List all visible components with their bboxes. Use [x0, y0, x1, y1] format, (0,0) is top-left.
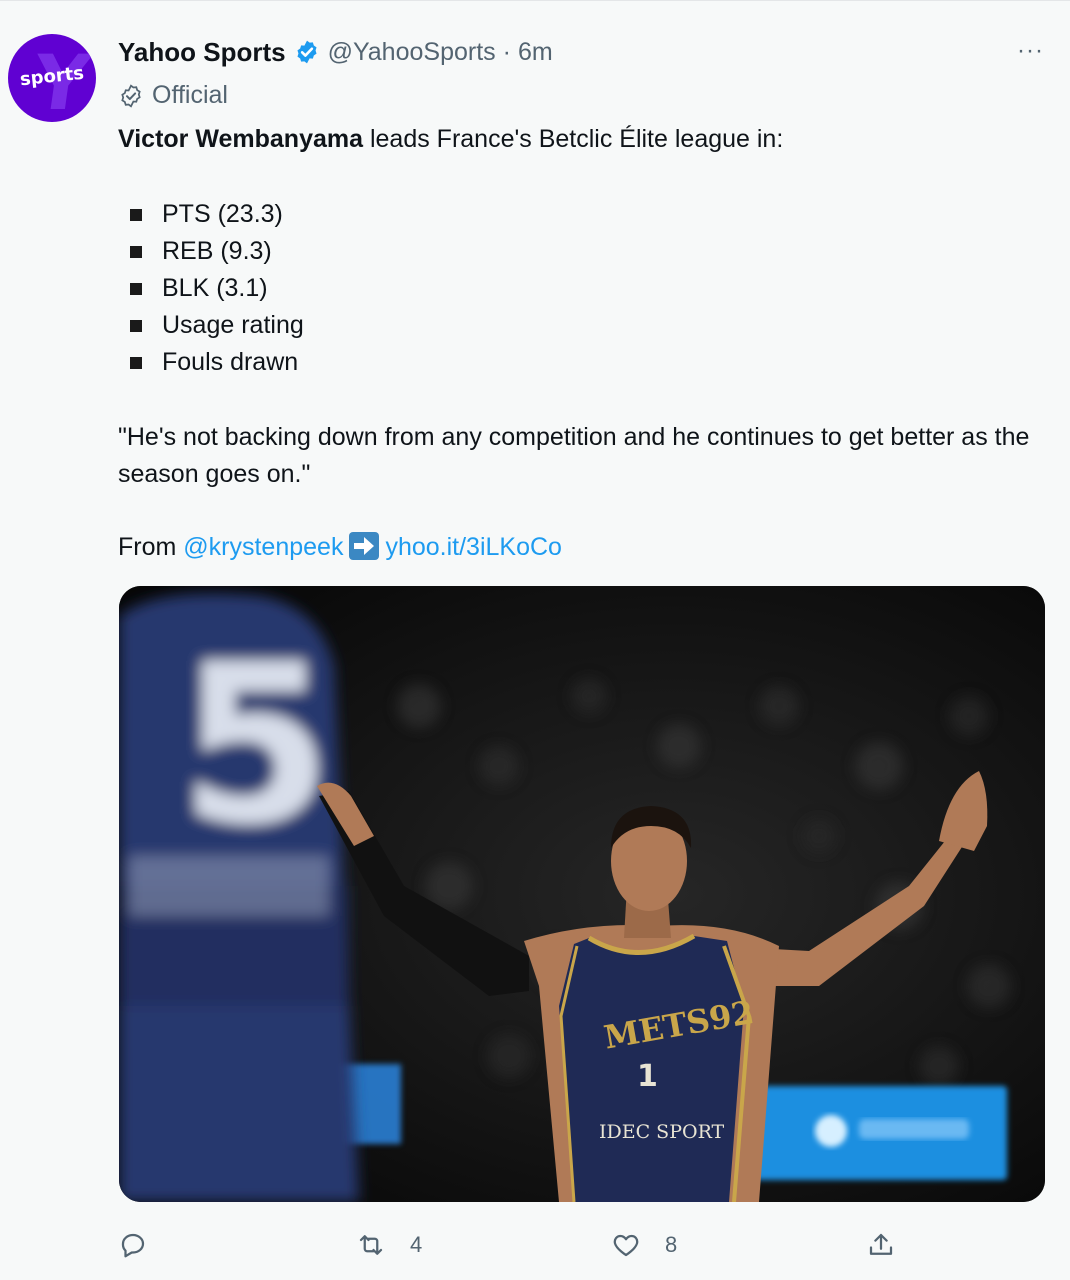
- tweet-body: Victor Wembanyama leads France's Betclic…: [118, 121, 1048, 566]
- official-text: Official: [152, 81, 228, 109]
- bullet-icon: [130, 319, 142, 332]
- right-arrow-icon: [349, 532, 380, 560]
- photo-illustration: 5 METS92 1 IDEC SPORT: [119, 586, 1045, 1202]
- jersey-number: 1: [637, 1059, 658, 1094]
- short-link[interactable]: yhoo.it/3iLKoCo: [385, 533, 562, 561]
- source-line: From @krystenpeek yhoo.it/3iLKoCo: [118, 529, 1048, 566]
- retweet-icon: [359, 1235, 383, 1255]
- list-item: REB (9.3): [118, 233, 1048, 270]
- tweet-header: Yahoo Sports @YahooSports · 6m: [118, 35, 553, 69]
- foreground-number: 5: [179, 617, 332, 873]
- intro-text: leads France's Betclic Élite league in:: [363, 125, 784, 153]
- bullet-icon: [130, 245, 142, 258]
- reply-icon: [121, 1233, 145, 1258]
- intro-line: Victor Wembanyama leads France's Betclic…: [118, 121, 1048, 158]
- like-count: 8: [665, 1232, 678, 1257]
- reply-button[interactable]: [118, 1227, 172, 1263]
- bullet-icon: [130, 282, 142, 295]
- tweet[interactable]: Y! sports Yahoo Sports @YahooSports · 6m…: [0, 0, 1070, 1280]
- more-options-icon[interactable]: ···: [1017, 37, 1044, 65]
- stat-label: Usage rating: [162, 311, 304, 339]
- foreground-player: 5: [119, 593, 359, 1202]
- author-handle[interactable]: @YahooSports: [328, 38, 496, 67]
- bullet-icon: [130, 208, 142, 221]
- verified-badge-icon: [297, 40, 317, 64]
- tweet-photo[interactable]: 5 METS92 1 IDEC SPORT: [119, 586, 1045, 1202]
- stat-label: BLK (3.1): [162, 274, 268, 302]
- quote-text: "He's not backing down from any competit…: [118, 423, 1030, 488]
- timestamp[interactable]: 6m: [518, 38, 553, 67]
- retweet-button[interactable]: 4: [356, 1227, 422, 1263]
- heart-icon: [613, 1234, 639, 1257]
- retweet-count: 4: [410, 1232, 423, 1257]
- list-item: Fouls drawn: [118, 344, 1048, 381]
- tweet-actions: 4 8: [0, 1227, 1070, 1267]
- list-item: BLK (3.1): [118, 270, 1048, 307]
- from-label: From: [118, 533, 184, 561]
- stats-list: PTS (23.3) REB (9.3) BLK (3.1) Usage rat…: [118, 196, 1048, 381]
- author-name[interactable]: Yahoo Sports: [118, 37, 286, 68]
- share-button[interactable]: [866, 1227, 896, 1263]
- separator-dot: ·: [502, 37, 511, 66]
- list-item: Usage rating: [118, 307, 1048, 344]
- jersey-sponsor: IDEC SPORT: [599, 1121, 725, 1143]
- stat-label: REB (9.3): [162, 237, 272, 265]
- stat-label: PTS (23.3): [162, 200, 283, 228]
- bullet-icon: [130, 356, 142, 369]
- mention-link[interactable]: @krystenpeek: [183, 533, 343, 561]
- official-label: Official: [118, 81, 228, 110]
- list-item: PTS (23.3): [118, 196, 1048, 233]
- share-icon: [869, 1233, 893, 1255]
- avatar[interactable]: Y! sports: [8, 34, 96, 122]
- like-button[interactable]: 8: [611, 1227, 677, 1263]
- player-name: Victor Wembanyama: [118, 125, 364, 153]
- stat-label: Fouls drawn: [162, 348, 299, 376]
- official-check-icon: [121, 83, 141, 108]
